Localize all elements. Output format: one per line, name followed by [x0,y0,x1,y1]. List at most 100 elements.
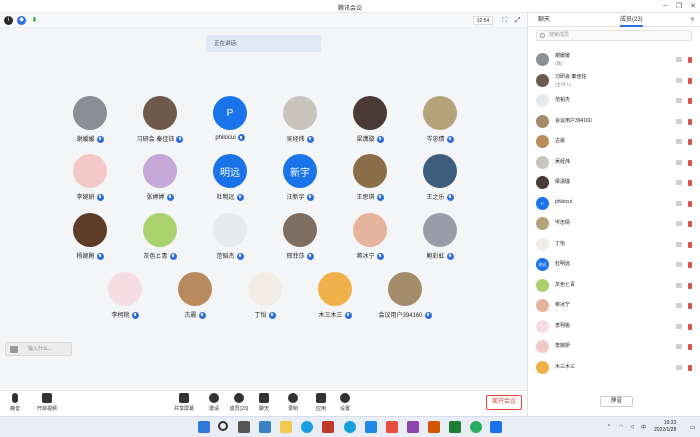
restore-icon[interactable]: ❐ [674,2,684,10]
record-button[interactable]: 录制 [281,393,305,415]
edge-icon[interactable] [301,421,313,433]
participant-name-text: 汪新宇 [286,195,305,201]
leave-meeting-button[interactable]: 离开会议 [486,395,522,410]
member-row[interactable]: 会议用户394160 [528,113,700,131]
search-icon[interactable] [218,421,228,431]
member-row[interactable]: 梁潇璇 [528,174,700,192]
settings-button[interactable]: 设置 [333,393,357,415]
participant-tile[interactable]: 习研会 秦佳钰 [125,96,195,156]
video-label: 开启视频 [36,406,57,412]
participant-name-text: 灰色と青 [143,254,168,260]
participant-tile[interactable]: 李婉妍 [55,154,125,214]
info-icon[interactable]: i [4,16,13,25]
record-label: 录制 [287,406,298,412]
participant-tile[interactable]: 明远 杜明远 [195,154,265,214]
member-row[interactable]: 谢媛媛 (我) [528,51,700,69]
file-explorer-icon[interactable] [280,421,292,433]
start-video-button[interactable]: 开启视频 [35,393,59,415]
member-row[interactable]: 岑忠倩 [528,215,700,233]
start-icon[interactable] [198,421,210,433]
app-icon[interactable] [407,421,419,433]
participant-tile[interactable]: 吴经炜 [265,96,335,156]
participant-tile[interactable]: 灰色と青 [125,213,195,273]
member-row[interactable]: Pphilocui [528,195,700,213]
participant-tile[interactable]: 王思琪 [335,154,405,214]
participant-tile[interactable]: 鲍彩虹 [405,213,475,273]
participant-tile[interactable]: 邢菲莎 [265,213,335,273]
app-icon[interactable] [365,421,377,433]
participant-tile[interactable]: 范韬杰 [195,213,265,273]
participant-tile[interactable]: 梁潇璇 [335,96,405,156]
participant-tile[interactable]: 丁怡 [230,272,300,332]
excel-icon[interactable] [449,421,461,433]
member-role: (我) [555,61,563,66]
tray-chevron-icon[interactable]: ^ [608,424,610,430]
participant-tile[interactable]: 谢媛媛 [55,96,125,156]
mute-all-button[interactable]: 静音 [600,396,633,407]
apps-button[interactable]: 应用 [309,393,333,415]
members-button[interactable]: 成员(23) [227,393,251,415]
participant-tile[interactable]: 新宇 汪新宇 [265,154,335,214]
member-row[interactable]: 古晨 [528,133,700,151]
microphone-icon [237,134,245,141]
participant-tile[interactable]: 王之乐 [405,154,475,214]
participant-tile[interactable]: 会议用户394160 [370,272,440,332]
participant-tile[interactable]: 李柯桃 [90,272,160,332]
participant-tile[interactable]: 杨婉鹃 [55,213,125,273]
gallery-view-icon[interactable]: ⛶ [500,16,509,25]
member-row[interactable]: 蒋冰宁 [528,297,700,315]
member-row[interactable]: 木三木三 [528,359,700,377]
volume-icon[interactable]: ◁ [630,424,634,430]
member-row[interactable]: 灰色と青 [528,277,700,295]
participant-name: 邢菲莎 [265,251,335,260]
mute-button[interactable]: 静音 [3,393,27,415]
fullscreen-icon[interactable]: ⤢ [513,16,522,25]
meeting-toolbar: 静音 开启视频 共享屏幕 邀请 成员(23) 聊天 录制 应用 设置 [0,390,527,416]
shield-icon[interactable]: ◆ [17,16,26,25]
microphone-muted-icon [688,139,692,145]
member-search-input[interactable]: 搜索成员 [536,30,692,41]
avatar [178,272,212,306]
chat-input[interactable]: 输入什么... [5,342,72,356]
camera-off-icon [676,57,682,62]
participant-tile[interactable]: 木三木三 [300,272,370,332]
invite-button[interactable]: 邀请 [202,393,226,415]
members-icon [234,393,244,403]
minimize-icon[interactable]: – [660,2,670,9]
signal-icon[interactable]: ▮ [30,16,39,25]
member-row[interactable]: 丁怡 [528,236,700,254]
participant-tile[interactable]: Pphilocui [195,96,265,156]
wifi-icon[interactable]: ◠ [619,424,623,430]
app-icon[interactable] [322,421,334,433]
share-screen-button[interactable]: 共享屏幕 [172,393,196,415]
member-row[interactable]: 李婉妍 [528,338,700,356]
participant-tile[interactable]: 张婷婷 [125,154,195,214]
member-row[interactable]: 范韬杰 [528,92,700,110]
close-panel-icon[interactable]: ✕ [690,13,695,27]
participant-tile[interactable]: 蒋冰宁 [335,213,405,273]
participant-tile[interactable]: 古晨 [160,272,230,332]
chat-button[interactable]: 聊天 [252,393,276,415]
clock[interactable]: 19:33 2022/1/28 [654,420,676,434]
widgets-icon[interactable] [259,421,271,433]
tab-members[interactable]: 成员(23) [620,13,643,27]
avatar [536,217,549,230]
app-icon[interactable] [344,421,356,433]
tab-chat[interactable]: 聊天 [538,13,550,27]
member-row[interactable]: 李柯桃 [528,318,700,336]
app-icon[interactable] [386,421,398,433]
microphone-icon [446,193,454,201]
member-row[interactable]: 明远 杜明远 [528,256,700,274]
member-row[interactable]: 习研会 秦佳钰 (主持人) [528,72,700,90]
close-icon[interactable]: ✕ [688,2,698,10]
participant-name: 张婷婷 [125,192,195,201]
ime-indicator[interactable]: 中 [641,424,646,431]
tencent-meeting-icon[interactable] [490,421,502,433]
microphone-icon [96,135,104,143]
participant-tile[interactable]: 岑忠倩 [405,96,475,156]
wechat-icon[interactable] [470,421,482,433]
task-view-icon[interactable] [238,421,250,433]
member-row[interactable]: 吴经炜 [528,154,700,172]
powerpoint-icon[interactable] [428,421,440,433]
notification-icon[interactable]: ▭ [690,424,696,431]
